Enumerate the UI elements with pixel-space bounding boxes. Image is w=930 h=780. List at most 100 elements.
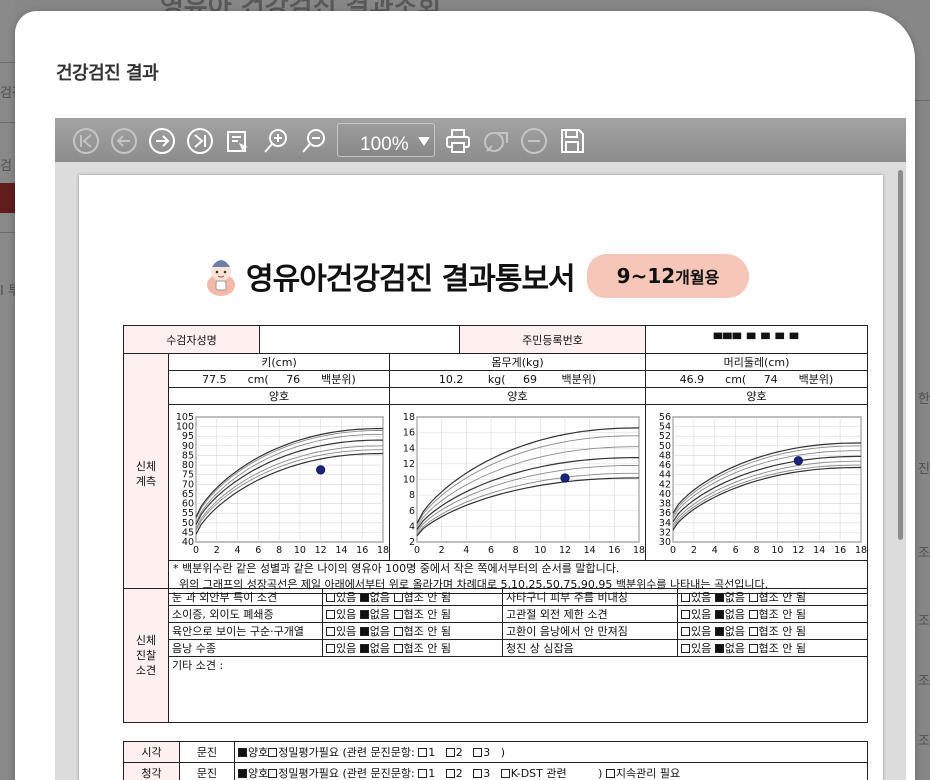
- checkbox-no[interactable]: [359, 593, 369, 602]
- y-tick-label: 10: [403, 475, 415, 486]
- next-page-button[interactable]: [147, 126, 177, 156]
- x-tick-label: 2: [691, 545, 697, 556]
- checkbox-no[interactable]: [714, 593, 724, 602]
- export-button[interactable]: [481, 126, 511, 156]
- head-growth-chart: 30323436384042444648505254560 2 4 6 8 10 12 14 1…: [659, 412, 867, 556]
- checkbox-yes[interactable]: [326, 644, 335, 653]
- minus-button[interactable]: [519, 126, 549, 156]
- checkbox-q1[interactable]: [418, 769, 428, 778]
- exam-options: 있음 없음 협조 안 됨: [322, 622, 503, 640]
- checkbox-uncooperative[interactable]: [393, 644, 403, 653]
- checkbox-no[interactable]: [359, 644, 369, 653]
- modal-title: 건강검진 결과: [56, 63, 159, 84]
- checkbox-kdst[interactable]: [500, 769, 510, 778]
- weight-value-row: 10.2 kg( 69 백분위): [389, 370, 646, 388]
- checkbox-uncooperative[interactable]: [393, 610, 403, 619]
- y-tick-label: 70: [182, 479, 194, 490]
- checkbox-no[interactable]: [359, 627, 369, 636]
- page-select-button[interactable]: [223, 126, 253, 156]
- x-tick-label: 6: [488, 545, 494, 556]
- checkbox-uncooperative[interactable]: [748, 627, 758, 636]
- checkbox-good[interactable]: [238, 748, 247, 757]
- checkbox-management[interactable]: [605, 769, 615, 778]
- exam-options: 있음 없음 협조 안 됨: [322, 588, 503, 606]
- age-unit: 개월용: [675, 268, 720, 287]
- exam-item-right: 고관절 외전 제한 소견: [502, 605, 678, 623]
- last-page-button[interactable]: [185, 126, 215, 156]
- screening-table: 시각 문진 양호 정밀평가필요 (관련 문진문항: 1 2 3 ) 청각 문진 양…: [123, 741, 868, 780]
- height-value-row: 77.5 cm( 76 백분위): [168, 370, 390, 388]
- checkbox-no[interactable]: [359, 610, 369, 619]
- checkbox-q3[interactable]: [473, 748, 483, 757]
- checkbox-uncooperative[interactable]: [393, 593, 403, 602]
- first-page-button[interactable]: [71, 126, 101, 156]
- x-tick-label: 0: [414, 545, 420, 556]
- report-page: 영유아건강검진 결과통보서 9~12 개월용 수검자성명 주민등록번호 ▀▀▀ ▀…: [79, 175, 883, 780]
- y-tick-label: 44: [659, 470, 671, 481]
- checkbox-yes[interactable]: [326, 593, 335, 602]
- checkbox-uncooperative[interactable]: [748, 610, 758, 619]
- x-tick-label: 14: [813, 545, 825, 556]
- x-tick-label: 4: [235, 545, 241, 556]
- checkbox-yes[interactable]: [681, 627, 690, 636]
- zoom-out-button[interactable]: [299, 126, 329, 156]
- checkbox-yes[interactable]: [326, 627, 335, 636]
- exam-item-right: 청진 상 심잡음: [502, 639, 678, 657]
- exam-options: 있음 없음 협조 안 됨: [677, 622, 868, 640]
- exam-item-left: 눈 과 외안부 특이 소견: [168, 588, 323, 606]
- zoom-in-button[interactable]: [261, 126, 291, 156]
- checkbox-yes[interactable]: [681, 644, 690, 653]
- zoom-select[interactable]: 100%: [337, 123, 435, 157]
- hearing-label: 청각: [123, 762, 180, 780]
- y-tick-label: 75: [182, 470, 194, 481]
- checkbox-q3[interactable]: [473, 769, 483, 778]
- y-tick-label: 4: [409, 521, 415, 532]
- print-button[interactable]: [443, 126, 473, 156]
- y-tick-label: 50: [182, 518, 194, 529]
- rrn-label: 주민등록번호: [459, 325, 646, 354]
- y-tick-label: 80: [182, 460, 194, 471]
- x-tick-label: 6: [733, 545, 739, 556]
- checkbox-q2[interactable]: [445, 769, 455, 778]
- save-button[interactable]: [557, 126, 587, 156]
- head-title: 머리둘레(cm): [645, 353, 868, 371]
- x-tick-label: 10: [294, 545, 306, 556]
- y-tick-label: 56: [659, 412, 671, 423]
- prev-page-button[interactable]: [109, 126, 139, 156]
- zoom-value: 100%: [360, 134, 409, 155]
- viewer-scrollbar[interactable]: [898, 170, 903, 540]
- checkbox-uncooperative[interactable]: [393, 627, 403, 636]
- checkbox-q2[interactable]: [445, 748, 455, 757]
- x-tick-label: 18: [633, 545, 645, 556]
- x-tick-label: 0: [670, 545, 676, 556]
- x-tick-label: 8: [276, 545, 282, 556]
- checkbox-good[interactable]: [238, 769, 247, 778]
- checkbox-q1[interactable]: [418, 748, 428, 757]
- y-tick-label: 45: [182, 527, 194, 538]
- y-tick-label: 95: [182, 431, 194, 442]
- y-tick-label: 50: [659, 441, 671, 452]
- y-tick-label: 60: [182, 499, 194, 510]
- checkbox-no[interactable]: [714, 627, 724, 636]
- y-tick-label: 90: [182, 441, 194, 452]
- exam-options: 있음 없음 협조 안 됨: [322, 605, 503, 623]
- checkbox-uncooperative[interactable]: [748, 593, 758, 602]
- checkbox-no[interactable]: [714, 644, 724, 653]
- head-value-row: 46.9 cm( 74 백분위): [645, 370, 868, 388]
- minus-icon: [521, 128, 547, 154]
- exam-options: 있음 없음 협조 안 됨: [322, 639, 503, 657]
- checkbox-needs-eval[interactable]: [268, 748, 278, 757]
- other-findings: 기타 소견 :: [168, 656, 868, 723]
- checkbox-yes[interactable]: [681, 593, 690, 602]
- x-tick-label: 16: [356, 545, 368, 556]
- checkbox-yes[interactable]: [326, 610, 335, 619]
- checkbox-no[interactable]: [714, 610, 724, 619]
- checkbox-needs-eval[interactable]: [268, 769, 278, 778]
- y-tick-label: 6: [409, 506, 415, 517]
- print-icon: [446, 129, 470, 153]
- checkbox-uncooperative[interactable]: [748, 644, 758, 653]
- checkbox-yes[interactable]: [681, 610, 690, 619]
- report-viewer[interactable]: 영유아건강검진 결과통보서 9~12 개월용 수검자성명 주민등록번호 ▀▀▀ ▀…: [55, 162, 906, 780]
- y-tick-label: 85: [182, 450, 194, 461]
- y-tick-label: 55: [182, 508, 194, 519]
